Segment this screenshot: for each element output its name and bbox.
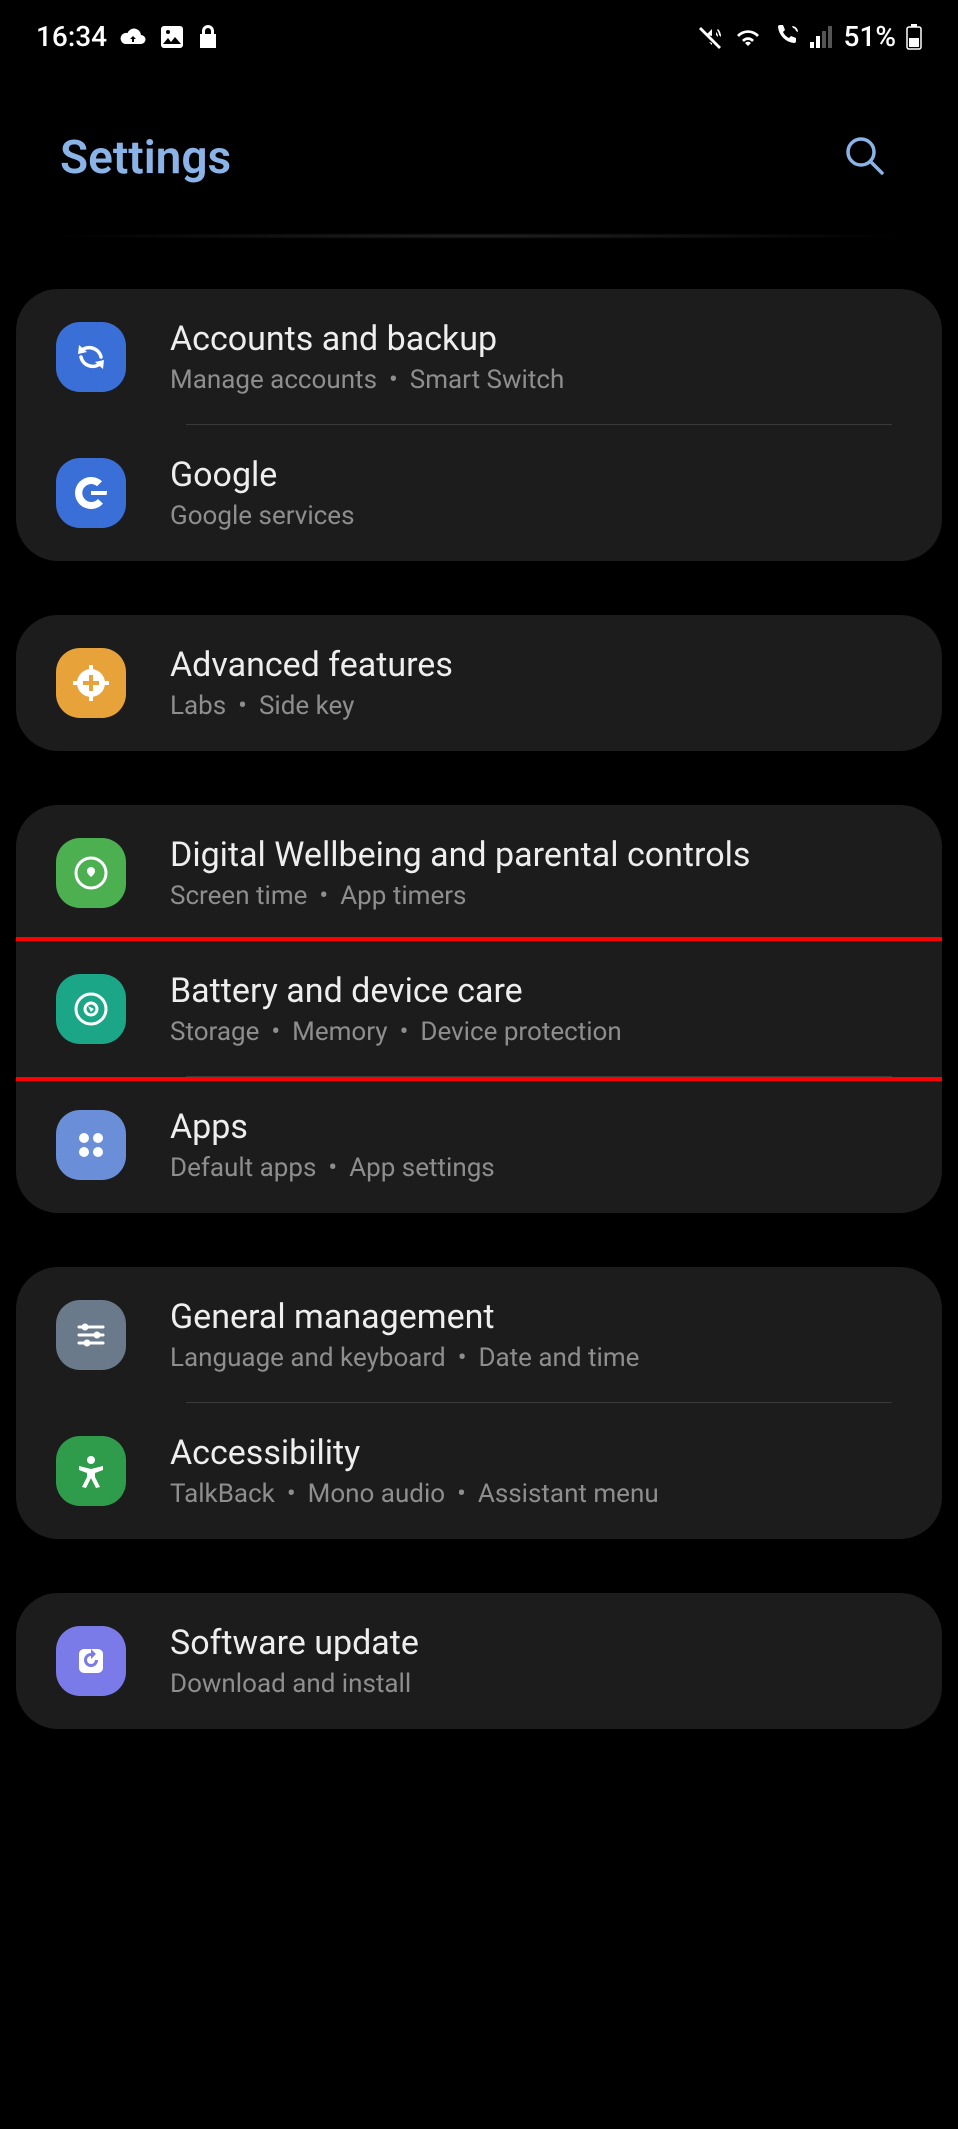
item-subtitle: Screen time•App timers — [170, 881, 750, 911]
signal-icon — [810, 26, 834, 48]
status-left: 16:34 — [36, 20, 219, 53]
item-subtitle: Manage accounts•Smart Switch — [170, 365, 564, 395]
wifi-calling-icon — [772, 24, 800, 50]
item-title: Advanced features — [170, 645, 453, 685]
status-bar: 16:34 51% — [0, 0, 958, 73]
item-text: Accessibility TalkBack•Mono audio•Assist… — [170, 1433, 659, 1509]
update-icon — [56, 1626, 126, 1696]
google-icon — [56, 458, 126, 528]
wifi-icon — [734, 26, 762, 48]
item-text: Accounts and backup Manage accounts•Smar… — [170, 319, 564, 395]
item-title: General management — [170, 1297, 639, 1337]
settings-group: Digital Wellbeing and parental controls … — [16, 805, 942, 1213]
cloud-icon — [119, 26, 147, 48]
settings-group: Software update Download and install — [16, 1593, 942, 1729]
settings-item-apps[interactable]: Apps Default apps•App settings — [16, 1077, 942, 1213]
settings-item-battery[interactable]: Battery and device care Storage•Memory•D… — [16, 937, 942, 1081]
item-subtitle: Language and keyboard•Date and time — [170, 1343, 639, 1373]
settings-item-google[interactable]: Google Google services — [16, 425, 942, 561]
status-time: 16:34 — [36, 20, 107, 53]
item-title: Digital Wellbeing and parental controls — [170, 835, 750, 875]
item-subtitle: TalkBack•Mono audio•Assistant menu — [170, 1479, 659, 1509]
search-icon — [842, 133, 888, 179]
accessibility-icon — [56, 1436, 126, 1506]
item-text: Apps Default apps•App settings — [170, 1107, 495, 1183]
mute-icon — [698, 24, 724, 50]
item-subtitle: Default apps•App settings — [170, 1153, 495, 1183]
image-icon — [159, 24, 185, 50]
battery-percent: 51% — [844, 20, 896, 53]
status-right: 51% — [698, 20, 922, 53]
sync-icon — [56, 322, 126, 392]
item-subtitle: Download and install — [170, 1669, 419, 1699]
apps-icon — [56, 1110, 126, 1180]
battery-icon — [906, 24, 922, 50]
item-subtitle: Labs•Side key — [170, 691, 453, 721]
item-text: Advanced features Labs•Side key — [170, 645, 453, 721]
shadow-divider — [40, 233, 918, 239]
search-button[interactable] — [832, 123, 898, 193]
settings-group: Advanced features Labs•Side key — [16, 615, 942, 751]
item-subtitle: Storage•Memory•Device protection — [170, 1017, 622, 1047]
lock-icon — [197, 24, 219, 50]
item-title: Apps — [170, 1107, 495, 1147]
settings-item-accessibility[interactable]: Accessibility TalkBack•Mono audio•Assist… — [16, 1403, 942, 1539]
item-title: Accounts and backup — [170, 319, 564, 359]
item-text: Digital Wellbeing and parental controls … — [170, 835, 750, 911]
settings-item-software[interactable]: Software update Download and install — [16, 1593, 942, 1729]
item-title: Accessibility — [170, 1433, 659, 1473]
item-text: Battery and device care Storage•Memory•D… — [170, 971, 622, 1047]
item-title: Battery and device care — [170, 971, 622, 1011]
item-text: Software update Download and install — [170, 1623, 419, 1699]
sliders-icon — [56, 1300, 126, 1370]
device-care-icon — [56, 974, 126, 1044]
item-text: Google Google services — [170, 455, 355, 531]
settings-item-wellbeing[interactable]: Digital Wellbeing and parental controls … — [16, 805, 942, 941]
wellbeing-icon — [56, 838, 126, 908]
page-title: Settings — [60, 131, 231, 185]
item-text: General management Language and keyboard… — [170, 1297, 639, 1373]
settings-group: General management Language and keyboard… — [16, 1267, 942, 1539]
item-subtitle: Google services — [170, 501, 355, 531]
item-title: Google — [170, 455, 355, 495]
header: Settings — [0, 73, 958, 233]
settings-group: Accounts and backup Manage accounts•Smar… — [16, 289, 942, 561]
plus-gear-icon — [56, 648, 126, 718]
item-title: Software update — [170, 1623, 419, 1663]
settings-item-general[interactable]: General management Language and keyboard… — [16, 1267, 942, 1403]
settings-item-advanced[interactable]: Advanced features Labs•Side key — [16, 615, 942, 751]
settings-item-accounts[interactable]: Accounts and backup Manage accounts•Smar… — [16, 289, 942, 425]
